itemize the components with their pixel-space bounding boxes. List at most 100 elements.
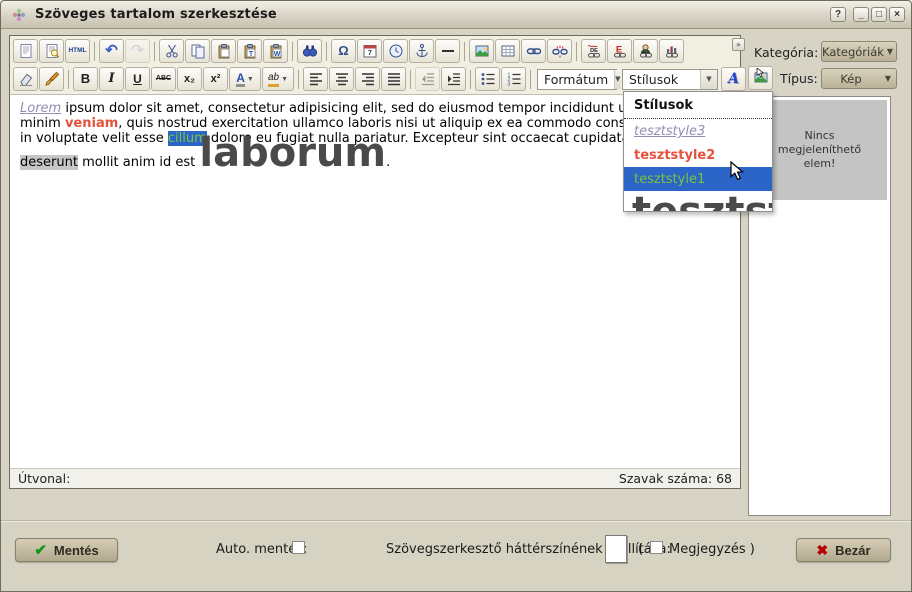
link-chart-icon [664,43,680,59]
special-char-icon: Ω [338,44,348,58]
select-image-button[interactable] [748,66,773,90]
preview-button[interactable] [39,39,64,63]
collapse-toolbar-button[interactable]: » [732,38,745,51]
insert-table-button[interactable] [495,39,520,63]
new-page-button[interactable] [13,39,38,63]
maximize-button[interactable]: □ [871,7,887,22]
align-justify-button[interactable] [381,67,406,91]
paste-word-button[interactable]: W [263,39,288,63]
style-option-tesztstyle3[interactable]: tesztstyle3 [624,119,772,143]
align-center-button[interactable] [329,67,354,91]
link-e-button[interactable]: E [607,39,632,63]
style-option-tesztsty[interactable]: tesztsty [624,191,772,212]
align-justify-icon [386,71,402,87]
link-person-icon [638,43,654,59]
insert-link-button[interactable] [521,39,546,63]
type-dropdown-button[interactable]: Kép ▼ [821,68,897,89]
align-left-button[interactable] [303,67,328,91]
page-title: Szöveges tartalom szerkesztése [35,7,277,22]
html-source-button[interactable]: HTML [65,39,90,63]
format-brush-icon [44,71,60,87]
minimize-icon: _ [858,10,864,20]
insert-date-icon: 7 [362,43,378,59]
preview-icon [44,43,60,59]
remove-format-button[interactable] [13,67,38,91]
format-combo[interactable]: Formátum▼ [537,69,617,90]
svg-text:W: W [273,51,280,58]
help-button[interactable]: ? [830,7,846,22]
toolbar-separator [470,70,471,89]
remove-link-button[interactable] [547,39,572,63]
anchor-button[interactable] [409,39,434,63]
insert-time-button[interactable] [383,39,408,63]
indent-button[interactable] [441,67,466,91]
insert-link-icon [526,43,542,59]
italic-button[interactable]: I [99,67,124,91]
dialog-window: Szöveges tartalom szerkesztése ? _ □× HTML… [0,0,912,592]
path-label: Útvonal: [18,471,70,486]
about-button[interactable]: A [721,67,746,91]
svg-text:7: 7 [368,50,372,57]
undo-button[interactable]: ↶ [99,39,124,63]
about-icon: A [728,72,739,86]
save-button-label: Mentés [54,543,99,558]
horizontal-rule-button[interactable] [435,39,460,63]
underline-button[interactable]: U [125,67,150,91]
format-brush-button[interactable] [39,67,64,91]
subscript-button[interactable]: x₂ [177,67,202,91]
copy-button[interactable] [185,39,210,63]
style-option-tesztstyle2[interactable]: tesztstyle2 [624,143,772,167]
toolbar-separator [464,42,465,61]
bullet-list-button[interactable] [475,67,500,91]
find-button[interactable] [297,39,322,63]
horizontal-rule-icon [440,43,456,59]
superscript-icon: x² [211,72,221,86]
style-option-tesztstyle1[interactable]: tesztstyle1 [624,167,772,191]
undo-icon: ↶ [105,44,118,58]
insert-image-button[interactable] [469,39,494,63]
cut-button[interactable] [159,39,184,63]
autosave-checkbox[interactable] [292,541,305,554]
close-button[interactable]: ✖ Bezár [796,538,891,562]
paste-icon [216,43,232,59]
styled-text-gray: deserunt [20,155,78,170]
cut-icon [164,43,180,59]
app-icon [11,7,27,23]
chevron-down-icon: ▼ [880,74,896,83]
background-color-swatch[interactable] [605,535,627,563]
titlebar: Szöveges tartalom szerkesztése ? _ □× [1,1,911,29]
minimize-button[interactable]: _ [853,7,869,22]
chevron-down-icon: ▼ [247,76,254,83]
select-image-icon [753,68,769,88]
superscript-button[interactable]: x² [203,67,228,91]
close-button-label: Bezár [835,543,870,558]
category-dropdown-button[interactable]: Kategóriák ▼ [821,41,897,62]
link-chart-button[interactable] [659,39,684,63]
align-center-icon [334,71,350,87]
strikethrough-button[interactable]: ABC [151,67,176,91]
svg-text:3: 3 [507,82,510,88]
align-right-button[interactable] [355,67,380,91]
highlight-color-button[interactable]: ab▼ [262,67,294,91]
styles-dropdown-panel: Stílusok tesztstyle3tesztstyle2tesztstyl… [623,91,773,212]
plain-text: . [386,155,390,170]
align-right-icon [360,71,376,87]
close-button[interactable]: × [889,7,905,22]
styled-text-big: laborum [199,130,386,176]
comment-checkbox[interactable] [650,541,663,554]
special-char-button[interactable]: Ω [331,39,356,63]
styles-combo[interactable]: Stílusok▼ [622,69,718,90]
paste-button[interactable] [211,39,236,63]
bold-button[interactable]: B [73,67,98,91]
save-button[interactable]: ✔ Mentés [15,538,118,562]
chevron-down-icon: ▼ [281,76,288,83]
x-icon: ✖ [816,542,828,559]
insert-date-button[interactable]: 7 [357,39,382,63]
html-source-icon: HTML [68,44,86,58]
type-label: Típus: [780,71,818,86]
link-person-button[interactable] [633,39,658,63]
paste-text-button[interactable]: T [237,39,262,63]
numbered-list-button[interactable]: 123 [501,67,526,91]
text-color-button[interactable]: A▼ [229,67,261,91]
link-de-button[interactable]: DE [581,39,606,63]
